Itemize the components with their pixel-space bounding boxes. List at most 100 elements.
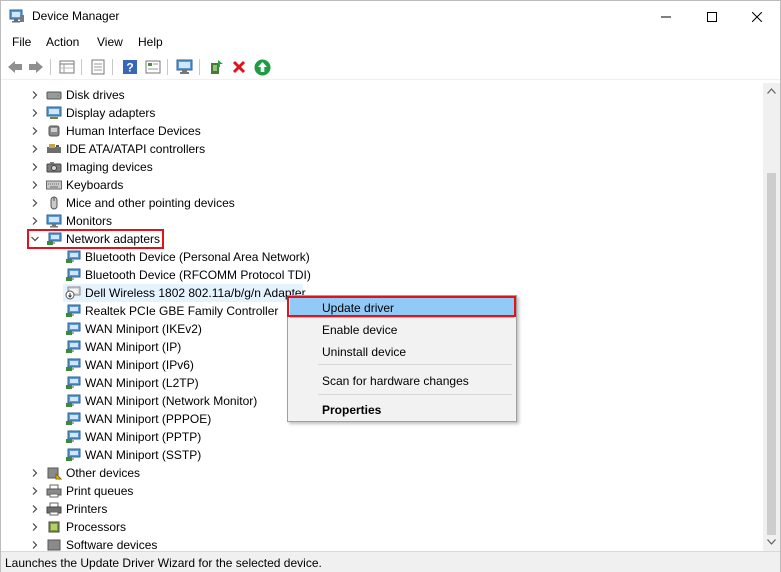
tree-category-human-interface-devices[interactable]: Human Interface Devices (2, 122, 742, 140)
scrollbar-thumb[interactable] (767, 173, 776, 535)
device-label: WAN Miniport (PPPOE) (85, 412, 212, 426)
chevron-right-icon[interactable] (30, 486, 40, 496)
device-label: WAN Miniport (IPv6) (85, 358, 194, 372)
network-child-icon (66, 250, 81, 263)
minimize-icon (661, 16, 671, 17)
network-child-icon (66, 304, 81, 317)
help-icon: ? (123, 60, 137, 75)
view-button[interactable] (144, 58, 162, 76)
scroll-up-icon[interactable] (767, 88, 776, 94)
device-manager-app-icon (9, 9, 24, 23)
chevron-right-icon[interactable] (30, 504, 40, 514)
view-icon (145, 60, 161, 74)
context-item-label: Uninstall device (322, 345, 407, 359)
close-button[interactable] (734, 1, 780, 32)
tree-category-keyboards[interactable]: Keyboards (2, 176, 742, 194)
scroll-down-icon[interactable] (767, 539, 776, 545)
tree-category-software-devices[interactable]: Software devices (2, 536, 742, 551)
chevron-down-icon[interactable] (30, 234, 40, 244)
chevron-right-icon[interactable] (30, 198, 40, 208)
chevron-right-icon[interactable] (30, 468, 40, 478)
tree-category-disk-drives[interactable]: Disk drives (2, 86, 742, 104)
back-button[interactable] (6, 58, 24, 76)
tree-category-network-adapters[interactable]: Network adapters (2, 230, 742, 248)
disk-icon (46, 91, 62, 100)
context-properties[interactable]: Properties (290, 400, 514, 420)
device-label: WAN Miniport (Network Monitor) (85, 394, 258, 408)
tree-category-monitors[interactable]: Monitors (2, 212, 742, 230)
chevron-right-icon[interactable] (30, 216, 40, 226)
menu-bar: File Action View Help (1, 33, 780, 53)
toolbar-separator (81, 59, 82, 75)
context-enable-device[interactable]: Enable device (290, 320, 514, 340)
chevron-right-icon[interactable] (30, 144, 40, 154)
device-label: Other devices (66, 466, 141, 480)
tree-category-mice-and-other-pointing-devices[interactable]: Mice and other pointing devices (2, 194, 742, 212)
minimize-button[interactable] (643, 1, 689, 32)
chevron-right-icon[interactable] (30, 180, 40, 190)
menu-file[interactable]: File (12, 35, 31, 49)
chevron-right-icon[interactable] (30, 108, 40, 118)
tree-category-processors[interactable]: Processors (2, 518, 742, 536)
context-uninstall-device[interactable]: Uninstall device (290, 342, 514, 362)
device-label: WAN Miniport (SSTP) (85, 448, 202, 462)
mouse-icon (50, 196, 58, 210)
network-adapter-item[interactable]: Bluetooth Device (Personal Area Network) (2, 248, 742, 266)
menu-action[interactable]: Action (46, 35, 79, 49)
chevron-right-icon[interactable] (30, 162, 40, 172)
context-item-label: Update driver (322, 301, 395, 315)
network-adapter-item[interactable]: WAN Miniport (SSTP) (2, 446, 742, 464)
software-icon (47, 539, 61, 551)
context-item-label: Properties (322, 403, 382, 417)
tree-category-printers[interactable]: Printers (2, 500, 742, 518)
properties-grid-button[interactable] (58, 58, 76, 76)
network-child-icon (66, 322, 81, 335)
context-separator (318, 364, 512, 365)
network-child-icon (66, 268, 81, 281)
processor-icon (48, 521, 60, 533)
chevron-right-icon[interactable] (30, 522, 40, 532)
tree-category-display-adapters[interactable]: Display adapters (2, 104, 742, 122)
tree-category-ide-ata-atapi-controllers[interactable]: IDE ATA/ATAPI controllers (2, 140, 742, 158)
keyboard-icon (46, 180, 62, 190)
chevron-right-icon[interactable] (30, 126, 40, 136)
network-adapter-item[interactable]: Bluetooth Device (RFCOMM Protocol TDI) (2, 266, 742, 284)
scan-button[interactable] (253, 58, 271, 76)
toolbar: ? (1, 55, 780, 80)
context-update-driver[interactable]: Update driver (290, 298, 514, 318)
status-text: Launches the Update Driver Wizard for th… (5, 556, 322, 570)
context-separator (318, 394, 512, 395)
device-label: Mice and other pointing devices (66, 196, 235, 210)
network-icon (47, 232, 62, 245)
maximize-button[interactable] (689, 1, 735, 32)
details-button[interactable] (89, 58, 107, 76)
menu-help[interactable]: Help (138, 35, 163, 49)
context-item-label: Scan for hardware changes (322, 374, 469, 388)
device-label: Network adapters (66, 232, 161, 246)
network-disabled-icon (65, 286, 81, 300)
help-button[interactable]: ? (121, 58, 139, 76)
chevron-right-icon[interactable] (30, 90, 40, 100)
tree-category-print-queues[interactable]: Print queues (2, 482, 742, 500)
device-label: Disk drives (66, 88, 125, 102)
menu-view[interactable]: View (97, 35, 123, 49)
details-icon (91, 59, 105, 75)
context-item-label: Enable device (322, 323, 398, 337)
forward-button[interactable] (27, 58, 45, 76)
context-scan-hardware[interactable]: Scan for hardware changes (290, 371, 514, 391)
chevron-right-icon[interactable] (30, 540, 40, 550)
ide-icon (47, 144, 61, 153)
device-label: Monitors (66, 214, 113, 228)
monitor-button[interactable] (176, 58, 194, 76)
device-label: Human Interface Devices (66, 124, 201, 138)
forward-icon (29, 61, 43, 73)
back-icon (8, 61, 22, 73)
tree-category-imaging-devices[interactable]: Imaging devices (2, 158, 742, 176)
close-icon (752, 11, 762, 22)
update-driver-button[interactable] (207, 58, 225, 76)
uninstall-button[interactable] (230, 58, 248, 76)
device-label: WAN Miniport (L2TP) (85, 376, 199, 390)
network-adapter-item[interactable]: WAN Miniport (PPTP) (2, 428, 742, 446)
tree-category-other-devices[interactable]: Other devices (2, 464, 742, 482)
network-child-icon (66, 412, 81, 425)
